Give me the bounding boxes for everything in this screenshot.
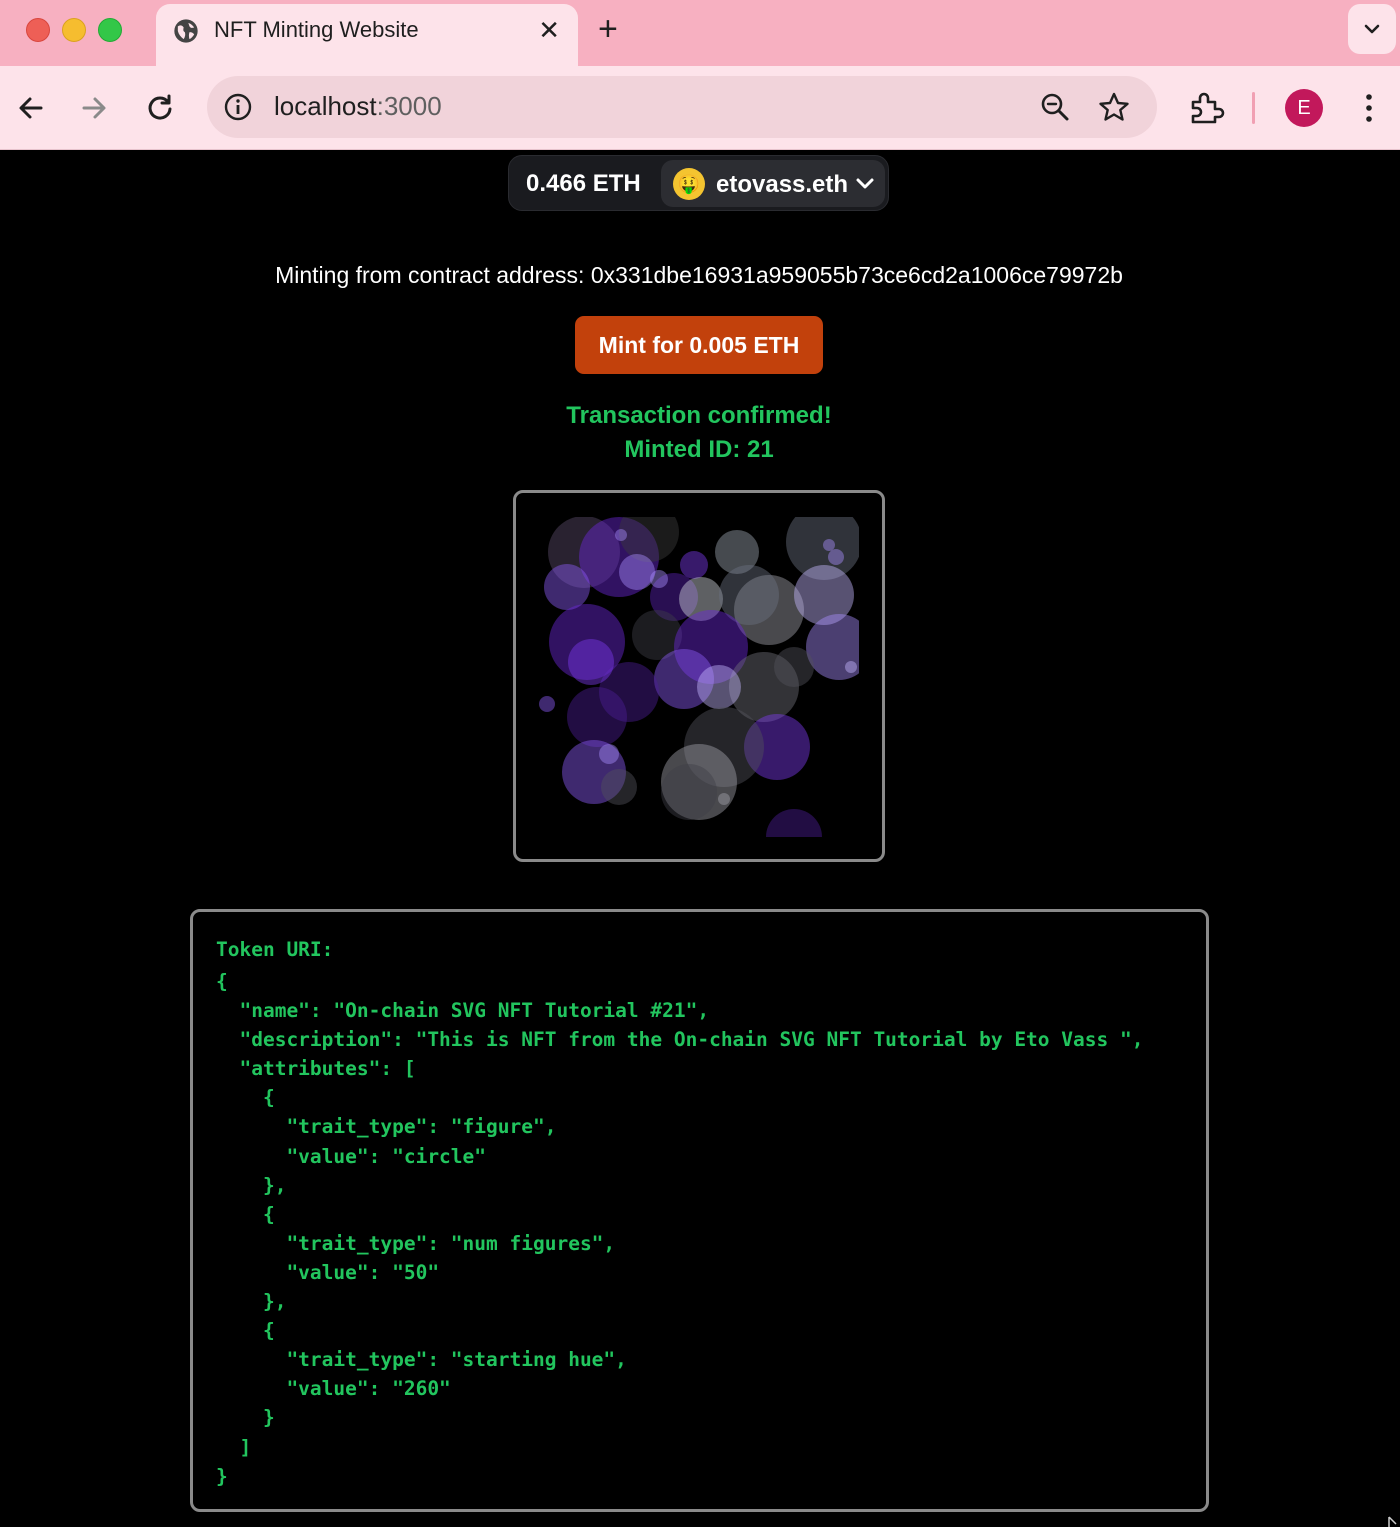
wallet-connect-widget: 0.466 ETH 🤑 etovass.eth: [508, 155, 889, 211]
chevron-down-icon: [1364, 24, 1380, 34]
tab-close-icon[interactable]: ✕: [538, 16, 560, 44]
mint-button[interactable]: Mint for 0.005 ETH: [575, 316, 823, 374]
new-tab-button[interactable]: +: [598, 10, 618, 48]
reload-icon[interactable]: [140, 88, 180, 128]
site-info-icon[interactable]: [223, 92, 253, 122]
token-uri-panel: Token URI: { "name": "On-chain SVG NFT T…: [190, 909, 1209, 1512]
window-close-button[interactable]: [26, 18, 50, 42]
zoom-icon[interactable]: [1039, 91, 1071, 123]
minted-id: Minted ID: 21: [624, 436, 774, 463]
browser-tab-bar: NFT Minting Website ✕ +: [0, 0, 1400, 66]
window-zoom-button[interactable]: [98, 18, 122, 42]
extensions-puzzle-icon[interactable]: [1186, 88, 1226, 128]
nft-image: [539, 517, 859, 837]
url-text: localhost:3000: [274, 91, 442, 121]
profile-avatar[interactable]: E: [1285, 89, 1323, 127]
window-minimize-button[interactable]: [62, 18, 86, 42]
resize-handle-icon[interactable]: [1386, 1512, 1400, 1527]
contract-address-text: Minting from contract address: 0x331dbe1…: [275, 262, 1123, 288]
tab-search-button[interactable]: [1348, 4, 1396, 54]
back-arrow-icon[interactable]: [12, 88, 52, 128]
account-button[interactable]: 🤑 etovass.eth: [661, 160, 885, 207]
browser-tab-active[interactable]: NFT Minting Website ✕: [156, 4, 578, 66]
account-avatar: 🤑: [673, 168, 705, 200]
browser-toolbar: localhost:3000 E: [0, 66, 1400, 150]
address-bar[interactable]: localhost:3000: [207, 76, 1157, 138]
token-uri-title: Token URI:: [216, 938, 334, 961]
transaction-status: Transaction confirmed!: [566, 402, 832, 429]
wallet-balance[interactable]: 0.466 ETH: [526, 170, 641, 198]
bookmark-star-icon[interactable]: [1097, 90, 1131, 124]
nft-image-frame: [513, 490, 885, 862]
globe-icon: [174, 19, 198, 43]
toolbar-divider: [1252, 92, 1255, 124]
forward-arrow-icon[interactable]: [74, 88, 114, 128]
ens-name: etovass.eth: [716, 171, 849, 198]
more-menu-icon[interactable]: [1357, 90, 1381, 126]
token-uri-json: { "name": "On-chain SVG NFT Tutorial #21…: [216, 970, 1144, 1488]
tab-title: NFT Minting Website: [214, 17, 419, 42]
chevron-down-icon: [856, 178, 874, 189]
